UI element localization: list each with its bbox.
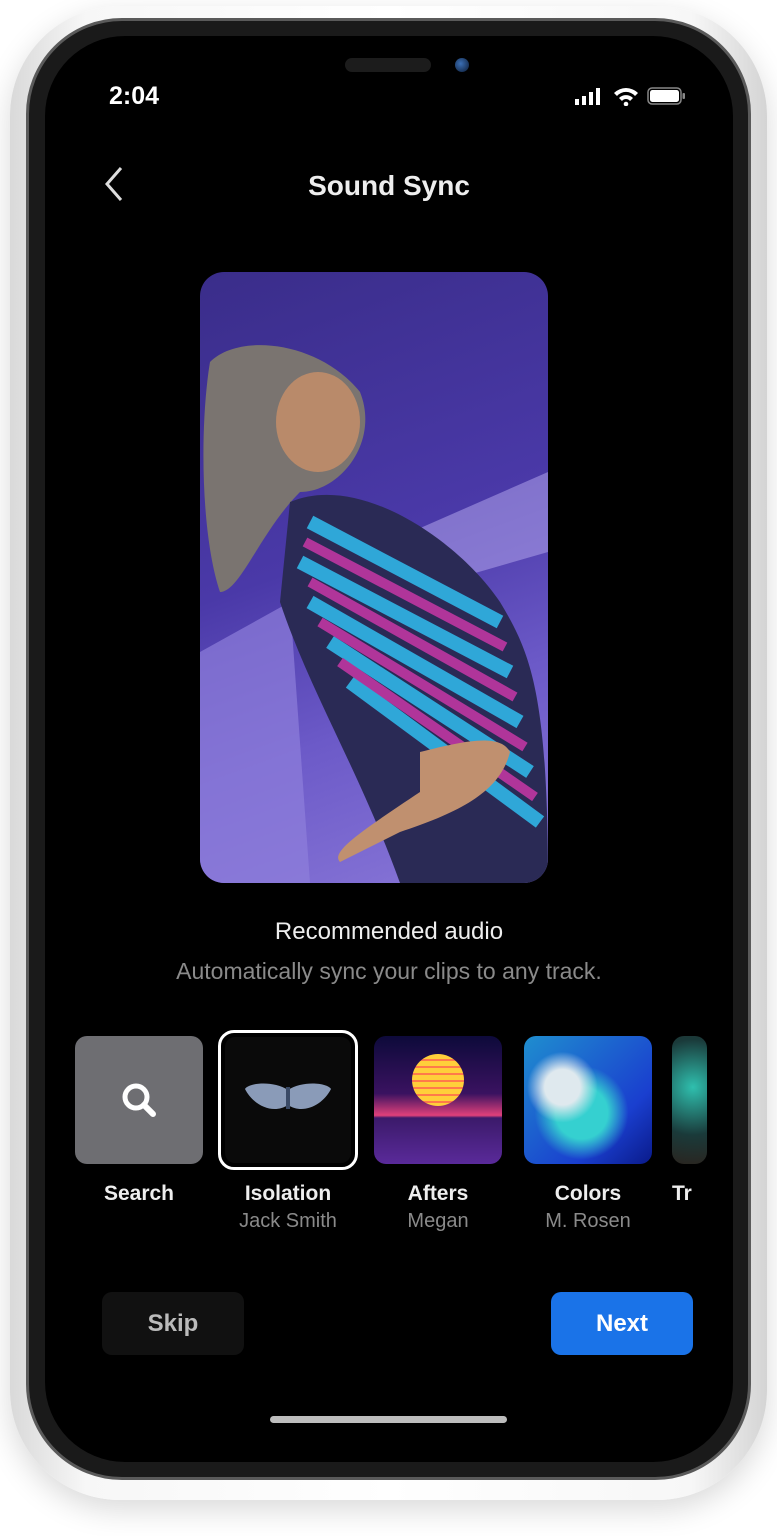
- track-search[interactable]: [75, 1036, 203, 1164]
- wifi-icon: [614, 88, 638, 106]
- section-subtitle: Automatically sync your clips to any tra…: [176, 958, 602, 984]
- sunset-image: [412, 1054, 464, 1106]
- battery-icon: [647, 87, 685, 105]
- next-button[interactable]: Next: [551, 1292, 693, 1355]
- moth-image: [245, 1083, 331, 1110]
- track-title: Isolation: [244, 1182, 332, 1205]
- track-artist: Jack Smith: [239, 1210, 337, 1232]
- video-preview[interactable]: [200, 272, 548, 883]
- track-isolation[interactable]: [218, 1030, 358, 1170]
- track-title: Colors: [554, 1182, 622, 1205]
- status-time: 2:04: [109, 82, 160, 110]
- section-title: Recommended audio: [274, 918, 504, 945]
- track-artist: M. Rosen: [545, 1210, 631, 1232]
- track-colors[interactable]: [524, 1036, 652, 1164]
- camera: [455, 58, 469, 72]
- track-afters[interactable]: [374, 1036, 502, 1164]
- screen: 2:04 Sound Sync Recommended audio Automa…: [45, 36, 733, 1462]
- signal-icon: [575, 88, 600, 105]
- page-title: Sound Sync: [308, 170, 470, 201]
- status-icons: [575, 86, 687, 106]
- search-icon: [122, 1083, 156, 1117]
- track-artist: Megan: [407, 1210, 469, 1232]
- track-partial[interactable]: [672, 1036, 707, 1164]
- home-indicator[interactable]: [270, 1416, 507, 1423]
- speaker: [345, 58, 431, 72]
- skip-button[interactable]: Skip: [102, 1292, 244, 1355]
- dancer-image: [200, 345, 548, 883]
- track-title: Afters: [407, 1182, 469, 1205]
- track-title: Search: [103, 1182, 175, 1205]
- track-title: Tr: [672, 1182, 692, 1205]
